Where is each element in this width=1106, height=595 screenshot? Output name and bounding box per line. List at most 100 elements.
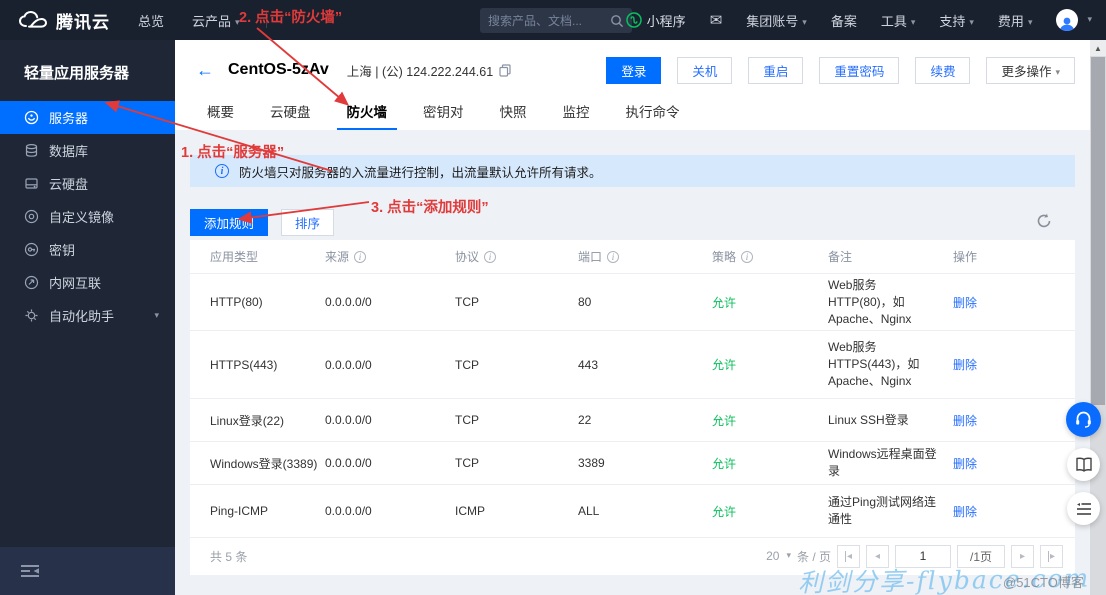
sidebar-item-cloud-disk[interactable]: 云硬盘 bbox=[0, 167, 175, 200]
sidebar-item-database[interactable]: 数据库 bbox=[0, 134, 175, 167]
nav-products[interactable]: 云产品 ▾ bbox=[192, 11, 240, 30]
instance-title: CentOS-5zAv bbox=[228, 61, 329, 78]
copy-icon[interactable] bbox=[499, 63, 511, 77]
next-page-button[interactable]: ▸ bbox=[1011, 544, 1034, 568]
table-header-row: 应用类型 来源 i 协议 i 端口 i 策略 i 备注 操作 bbox=[190, 240, 1075, 273]
col-app-type: 应用类型 bbox=[210, 250, 259, 264]
current-page-input[interactable]: 1 bbox=[895, 544, 951, 568]
tencent-cloud-console: 腾讯云 总览 云产品▾ 小程序 ✉ 集团账号▾ 备案 工具▾ 支持▾ bbox=[0, 0, 1106, 595]
col-source: 来源 i bbox=[325, 248, 455, 265]
refresh-icon[interactable] bbox=[1035, 212, 1053, 230]
nav-icp[interactable]: 备案 bbox=[831, 11, 857, 30]
book-icon bbox=[1075, 457, 1092, 472]
tab-monitor[interactable]: 监控 bbox=[553, 100, 600, 130]
message-envelope-icon[interactable]: ✉ bbox=[710, 11, 723, 29]
headset-icon bbox=[1076, 411, 1091, 428]
back-arrow-icon[interactable]: ← bbox=[196, 60, 214, 81]
disk-icon bbox=[25, 178, 38, 189]
scrollbar-thumb[interactable] bbox=[1091, 57, 1105, 405]
feedback-list-button[interactable] bbox=[1067, 492, 1100, 525]
delete-rule-link[interactable]: 删除 bbox=[953, 457, 977, 471]
sidebar-item-custom-image[interactable]: 自定义镜像 bbox=[0, 200, 175, 233]
nav-tools[interactable]: 工具 ▾ bbox=[881, 11, 916, 30]
more-actions-button[interactable]: 更多操作 ▾ bbox=[986, 56, 1075, 84]
chevron-down-icon: ▾ bbox=[1055, 66, 1060, 77]
info-icon[interactable]: i bbox=[484, 250, 497, 263]
sidebar-item-server[interactable]: 服务器 bbox=[0, 101, 175, 134]
annotation-step1: 1. 点击“服务器” bbox=[181, 145, 285, 161]
info-icon[interactable]: i bbox=[607, 250, 620, 263]
top-navbar: 腾讯云 总览 云产品▾ 小程序 ✉ 集团账号▾ 备案 工具▾ 支持▾ bbox=[0, 0, 1106, 40]
assistant-icon bbox=[25, 309, 38, 322]
renew-button[interactable]: 续费 bbox=[915, 56, 971, 84]
list-icon bbox=[1076, 502, 1091, 515]
chevron-down-icon: ▾ bbox=[802, 16, 807, 27]
nav-group-account[interactable]: 集团账号 ▾ bbox=[746, 11, 807, 30]
sidebar-item-key[interactable]: 密钥 bbox=[0, 233, 175, 266]
info-icon[interactable]: i bbox=[354, 250, 367, 263]
reset-password-button[interactable]: 重置密码 bbox=[819, 56, 900, 84]
shutdown-button[interactable]: 关机 bbox=[677, 56, 733, 84]
main-content: ← CentOS-5zAv 上海 | (公) 124.222.244.61 登录… bbox=[175, 40, 1090, 595]
tencent-cloud-logo[interactable]: 腾讯云 bbox=[18, 8, 110, 33]
col-protocol: 协议 i bbox=[455, 248, 578, 265]
first-page-button[interactable]: ◂ bbox=[837, 544, 860, 568]
firewall-info-banner: i 防火墙只对服务器的入流量进行控制，出流量默认允许所有请求。 bbox=[190, 155, 1075, 187]
search-box[interactable] bbox=[480, 8, 632, 33]
chevron-down-icon: ▾ bbox=[1027, 16, 1033, 27]
tab-cloud-disk[interactable]: 云硬盘 bbox=[260, 100, 321, 130]
nav-billing[interactable]: 费用 ▾ bbox=[998, 11, 1033, 30]
sidebar-footer bbox=[0, 547, 175, 595]
rules-toolbar: 添加规则 排序 bbox=[190, 209, 1075, 237]
account-menu[interactable]: ▾ bbox=[1056, 9, 1092, 31]
table-body: HTTP(80) 0.0.0.0/0 TCP 80 允许 Web服务HTTP(8… bbox=[190, 273, 1075, 537]
table-row: Linux登录(22) 0.0.0.0/0 TCP 22 允许 Linux SS… bbox=[190, 398, 1075, 441]
login-button[interactable]: 登录 bbox=[606, 56, 662, 84]
table-row: Ping-ICMP 0.0.0.0/0 ICMP ALL 允许 通过Ping测试… bbox=[190, 484, 1075, 537]
tab-overview[interactable]: 概要 bbox=[197, 100, 244, 130]
instance-tabs: 概要 云硬盘 防火墙 密钥对 快照 监控 执行命令 bbox=[175, 100, 706, 130]
add-rule-button[interactable]: 添加规则 bbox=[190, 209, 268, 236]
docs-button[interactable] bbox=[1067, 448, 1100, 481]
col-policy: 策略 i bbox=[712, 248, 828, 265]
tab-key-pair[interactable]: 密钥对 bbox=[413, 100, 474, 130]
restart-button[interactable]: 重启 bbox=[748, 56, 804, 84]
total-count: 共 5 条 bbox=[210, 549, 248, 564]
table-row: HTTPS(443) 0.0.0.0/0 TCP 443 允许 Web服务HTT… bbox=[190, 330, 1075, 398]
tab-firewall[interactable]: 防火墙 bbox=[336, 100, 397, 130]
tab-snapshot[interactable]: 快照 bbox=[490, 100, 537, 130]
delete-rule-link[interactable]: 删除 bbox=[953, 414, 977, 428]
collapse-sidebar-icon[interactable] bbox=[20, 564, 40, 578]
image-icon bbox=[24, 209, 39, 224]
tab-execute-command[interactable]: 执行命令 bbox=[616, 100, 690, 130]
search-input[interactable] bbox=[488, 13, 610, 28]
cloud-logo-icon bbox=[18, 10, 48, 28]
support-chat-button[interactable] bbox=[1066, 402, 1101, 437]
info-icon: i bbox=[215, 164, 229, 178]
delete-rule-link[interactable]: 删除 bbox=[953, 358, 977, 372]
sidebar-item-private-network[interactable]: 内网互联 bbox=[0, 266, 175, 299]
sidebar-title: 轻量应用服务器 bbox=[24, 65, 130, 82]
nav-support[interactable]: 支持 ▾ bbox=[939, 11, 974, 30]
per-page-label: 条 / 页 bbox=[796, 549, 831, 564]
nav-mini-program[interactable]: 小程序 bbox=[625, 11, 686, 30]
sort-button[interactable]: 排序 bbox=[281, 209, 334, 236]
col-action: 操作 bbox=[953, 250, 978, 264]
chevron-down-icon: ▾ bbox=[1087, 13, 1092, 24]
page-size-select[interactable]: 20 ▾ bbox=[766, 549, 791, 563]
mini-program-icon bbox=[625, 12, 642, 28]
delete-rule-link[interactable]: 删除 bbox=[953, 505, 977, 519]
nav-overview[interactable]: 总览 bbox=[138, 11, 164, 30]
user-icon bbox=[1060, 17, 1075, 31]
col-note: 备注 bbox=[828, 250, 853, 264]
info-icon[interactable]: i bbox=[741, 250, 754, 263]
chevron-down-icon: ▾ bbox=[910, 16, 916, 27]
delete-rule-link[interactable]: 删除 bbox=[953, 296, 977, 310]
prev-page-button[interactable]: ◂ bbox=[866, 544, 889, 568]
sidebar-item-automation-assistant[interactable]: 自动化助手 ▾ bbox=[0, 299, 175, 332]
pagination: 20 ▾ 条 / 页 ◂ ◂ 1 /1页 ▸ ▸ bbox=[766, 544, 1063, 568]
annotation-step2: 2. 点击“防火墙” bbox=[239, 10, 343, 26]
scroll-up-icon[interactable]: ▲ bbox=[1090, 40, 1106, 56]
last-page-button[interactable]: ▸ bbox=[1040, 544, 1063, 568]
network-icon bbox=[24, 275, 39, 290]
